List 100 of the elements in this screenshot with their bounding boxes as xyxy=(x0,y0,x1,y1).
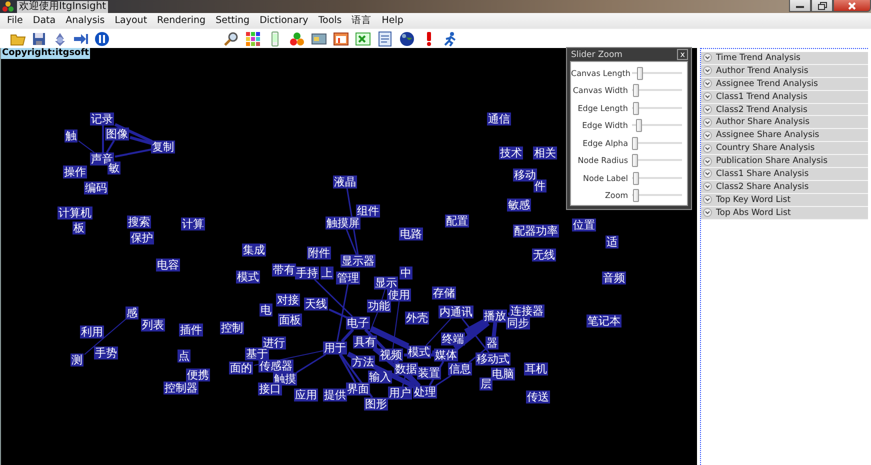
graph-node[interactable]: 存储 xyxy=(432,286,456,300)
graph-node[interactable]: 用户 xyxy=(388,386,412,400)
accordion-item[interactable]: Time Trend Analysis xyxy=(701,52,868,65)
graph-node[interactable]: 控制器 xyxy=(164,382,198,394)
accordion-item[interactable]: Class2 Trend Analysis xyxy=(701,104,868,116)
graph-node[interactable]: 手势 xyxy=(94,346,118,360)
balls-icon[interactable] xyxy=(289,30,305,46)
graph-node[interactable]: 利用 xyxy=(80,326,104,338)
slider-thumb[interactable] xyxy=(633,189,640,202)
graph-node[interactable]: 音频 xyxy=(602,272,626,284)
graph-node[interactable]: 传送 xyxy=(526,390,550,404)
menu-item[interactable]: File xyxy=(2,15,28,26)
graph-node[interactable]: 耳机 xyxy=(524,362,548,376)
menu-item[interactable]: Rendering xyxy=(152,15,211,26)
graph-node[interactable]: 带有 xyxy=(272,264,296,276)
color-grid-icon[interactable] xyxy=(245,30,261,46)
graph-node[interactable]: 配器功率 xyxy=(513,224,559,238)
graph-node[interactable]: 基于 xyxy=(245,348,269,360)
slider-thumb[interactable] xyxy=(632,136,638,150)
graph-node[interactable]: 播放 xyxy=(483,310,507,322)
graph-node[interactable]: 技术 xyxy=(499,146,523,160)
graph-node[interactable]: 处理 xyxy=(413,386,437,398)
accordion-item[interactable]: Author Trend Analysis xyxy=(701,64,868,78)
search-icon[interactable] xyxy=(223,30,239,46)
graph-node[interactable]: 电脑 xyxy=(491,368,515,380)
accordion-item[interactable]: Class1 Share Analysis xyxy=(701,168,868,181)
spreadsheet-icon[interactable] xyxy=(355,30,371,46)
graph-node[interactable]: 控制 xyxy=(220,322,244,334)
close-button[interactable] xyxy=(833,0,871,12)
graph-node[interactable]: 模式 xyxy=(407,346,431,358)
graph-node[interactable]: 进行 xyxy=(262,336,286,350)
graph-node[interactable]: 移动 xyxy=(513,168,537,182)
graph-node[interactable]: 外壳 xyxy=(405,312,429,324)
graph-node[interactable]: 保护 xyxy=(130,232,154,244)
graph-node[interactable]: 传感器 xyxy=(258,360,294,372)
slider-thumb[interactable] xyxy=(632,154,638,168)
graph-node[interactable]: 模式 xyxy=(236,270,260,284)
document-icon[interactable] xyxy=(377,30,393,46)
globe-icon[interactable] xyxy=(399,30,415,46)
graph-node[interactable]: 搜索 xyxy=(127,216,151,228)
graph-node[interactable]: 提供 xyxy=(323,388,347,402)
graph-node[interactable]: 内通讯 xyxy=(438,306,474,318)
graph-node[interactable]: 集成 xyxy=(242,244,266,256)
menu-item[interactable]: Layout xyxy=(110,15,152,26)
menu-item[interactable]: Analysis xyxy=(60,15,110,26)
graph-node[interactable]: 移动式 xyxy=(476,352,510,366)
graph-node[interactable]: 终端 xyxy=(441,332,465,346)
accordion-item[interactable]: Country Share Analysis xyxy=(701,142,868,156)
graph-node[interactable]: 感 xyxy=(126,306,138,320)
graph-node[interactable]: 图像 xyxy=(105,128,129,140)
graph-node[interactable]: 电子 xyxy=(346,316,370,330)
slider-thumb[interactable] xyxy=(633,172,640,185)
card-icon[interactable] xyxy=(311,30,327,46)
accordion-item[interactable]: Assignee Trend Analysis xyxy=(701,78,868,91)
graph-node[interactable]: 输入 xyxy=(368,370,392,384)
graph-node[interactable]: 功能 xyxy=(367,300,391,312)
graph-node[interactable]: 便携 xyxy=(186,368,210,382)
menu-item[interactable]: Help xyxy=(376,15,408,26)
graph-node[interactable]: 测 xyxy=(70,354,84,366)
graph-node[interactable]: 敏感 xyxy=(507,198,531,212)
graph-node[interactable]: 管理 xyxy=(336,272,360,284)
graph-node[interactable]: 配置 xyxy=(445,214,469,228)
graph-node[interactable]: 操作 xyxy=(63,166,87,178)
menu-item[interactable]: Data xyxy=(28,15,61,26)
graph-node[interactable]: 数据 xyxy=(394,362,418,376)
accordion-item[interactable]: Top Key Word List xyxy=(701,194,868,207)
graph-node[interactable]: 显示 xyxy=(374,276,398,290)
graph-node[interactable]: 计算机 xyxy=(58,206,92,220)
graph-node[interactable]: 位置 xyxy=(572,218,596,232)
graph-node[interactable]: 显示器 xyxy=(340,254,376,268)
graph-node[interactable]: 复制 xyxy=(151,140,175,154)
graph-node[interactable]: 电 xyxy=(260,304,272,316)
graph-node[interactable]: 天线 xyxy=(304,298,328,310)
graph-node[interactable]: 适 xyxy=(606,236,618,248)
graph-node[interactable]: 界面 xyxy=(346,382,370,396)
slider-thumb[interactable] xyxy=(636,119,642,132)
graph-node[interactable]: 组件 xyxy=(356,204,380,218)
slider-thumb[interactable] xyxy=(637,66,644,80)
accordion-item[interactable]: Publication Share Analysis xyxy=(701,155,868,168)
graph-node[interactable]: 方法 xyxy=(351,356,375,368)
graph-node[interactable]: 记录 xyxy=(90,112,114,126)
graph-node[interactable]: 视频 xyxy=(379,348,403,362)
graph-node[interactable]: 面板 xyxy=(278,314,302,326)
graph-node[interactable]: 用于 xyxy=(323,342,347,354)
graph-node[interactable]: 图形 xyxy=(364,398,388,410)
slider-thumb[interactable] xyxy=(632,102,639,115)
accordion-item[interactable]: Author Share Analysis xyxy=(701,116,868,130)
graph-node[interactable]: 具有 xyxy=(353,336,377,348)
graph-node[interactable]: 同步 xyxy=(506,316,530,330)
graph-node[interactable]: 触 xyxy=(64,130,78,142)
graph-node[interactable]: 对接 xyxy=(276,294,300,306)
minimize-button[interactable] xyxy=(789,0,811,12)
menu-item[interactable]: Dictionary xyxy=(254,15,314,26)
graph-node[interactable]: 点 xyxy=(178,350,190,362)
chart-window-icon[interactable] xyxy=(333,30,349,46)
graph-node[interactable]: 笔记本 xyxy=(586,314,622,328)
graph-node[interactable]: 列表 xyxy=(141,318,165,332)
graph-node[interactable]: 通信 xyxy=(487,112,511,126)
graph-node[interactable]: 编码 xyxy=(84,182,108,194)
accordion-item[interactable]: Top Abs Word List xyxy=(701,206,868,220)
